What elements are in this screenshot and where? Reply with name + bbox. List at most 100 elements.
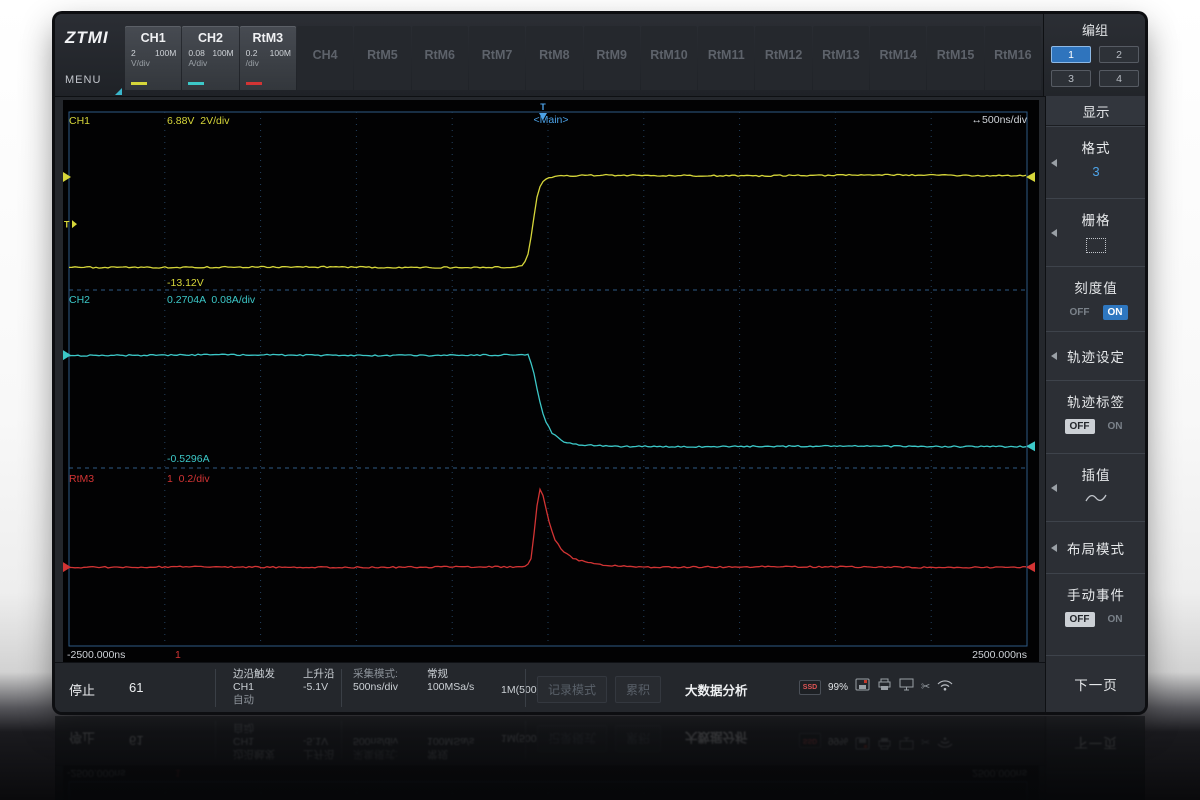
channel-tab-label: RtM16 [985, 48, 1041, 62]
channel-color-bar [131, 82, 147, 85]
sidebar: 显示 格式3栅格刻度值OFFON轨迹设定轨迹标签OFFON插值布局模式手动事件O… [1045, 96, 1145, 712]
toggle-off[interactable]: OFF [1065, 419, 1095, 434]
sidebar-item-label: 布局模式 [1067, 538, 1125, 558]
channel-tab-rtm6[interactable]: RtM6 [412, 26, 468, 90]
channel-reading-label: 6.88V 2V/div [167, 115, 229, 127]
channel-tab-rtm3[interactable]: RtM30.2100M/div [240, 26, 296, 90]
menu-button[interactable]: MENU [65, 74, 101, 86]
channel-tab-rtm15[interactable]: RtM15 [927, 26, 983, 90]
big-data-analysis-button[interactable]: 大数据分析 [685, 680, 748, 699]
channel-tab-rtm5[interactable]: RtM5 [354, 26, 410, 90]
channel-tab-rtm11[interactable]: RtM11 [698, 26, 754, 90]
sidebar-item-layout-mode[interactable]: 布局模式 [1046, 521, 1145, 573]
sidebar-item-label: 轨迹标签 [1046, 391, 1145, 411]
channel-tab-label: CH2 [182, 31, 238, 45]
sidebar-item-interpolation[interactable]: 插值 [1046, 453, 1145, 521]
left-arrow-icon [1051, 229, 1057, 237]
sidebar-item-label: 下一页 [1074, 674, 1118, 694]
toggle-on[interactable]: ON [1103, 612, 1128, 627]
sidebar-item-label: 格式 [1046, 137, 1145, 157]
record-mode-button[interactable]: 记录模式 [537, 676, 607, 703]
channel-tab-rtm7[interactable]: RtM7 [469, 26, 525, 90]
status-icons: SSD 99% ✂ [799, 678, 953, 696]
sidebar-item-label: 栅格 [1046, 209, 1145, 229]
acquisition-timebase: 500ns/div [353, 681, 398, 694]
sidebar-item-scale-value[interactable]: 刻度值OFFON [1046, 266, 1145, 331]
toggle-row: OFF ON [1046, 612, 1145, 627]
acquisition-mode: 常规 [427, 668, 474, 681]
group-button-1[interactable]: 1 [1051, 46, 1091, 63]
channel-tab-scale-row: 2 100M [125, 45, 181, 58]
sidebar-item-label: 手动事件 [1046, 584, 1145, 604]
trigger-level-marker: T [64, 220, 70, 230]
device: ZTMI MENU CH12100MV/divCH20.08100MA/divR… [55, 14, 1145, 712]
channel-tab-rtm10[interactable]: RtM10 [641, 26, 697, 90]
channel-tab-rtm14[interactable]: RtM14 [870, 26, 926, 90]
channel-tab-scale-row: 0.08100M [182, 45, 238, 58]
trigger-mode: 自动 [233, 694, 275, 707]
trigger-source: CH1 [233, 681, 275, 694]
channel-tab-label: RtM8 [526, 48, 582, 62]
channel-tab-rtm8[interactable]: RtM8 [526, 26, 582, 90]
toggle-row: OFF ON [1046, 419, 1145, 434]
channel-color-bar [246, 82, 262, 85]
toggle-off[interactable]: OFF [1065, 612, 1095, 627]
channel-tab-rtm12[interactable]: RtM12 [755, 26, 811, 90]
channel-tab-ch1[interactable]: CH12100MV/div [125, 26, 181, 90]
channel-tab-label: RtM9 [584, 48, 640, 62]
channel-tab-ch2[interactable]: CH20.08100MA/div [182, 26, 238, 90]
timebase-label: ↔500ns/div [972, 114, 1027, 126]
channel-tab-ch4[interactable]: CH4 [297, 26, 353, 90]
time-end-label: 2500.000ns [972, 649, 1027, 661]
channel-tab-label: RtM13 [813, 48, 869, 62]
wifi-icon [937, 678, 953, 696]
accumulate-button[interactable]: 累积 [615, 676, 661, 703]
cut-icon: ✂ [921, 682, 930, 693]
grid-icon [1086, 238, 1106, 253]
group-buttons: 1234 [1044, 46, 1145, 87]
sidebar-item-value: 3 [1046, 164, 1145, 179]
trigger-edge: 上升沿 [303, 668, 335, 681]
left-arrow-icon [1051, 352, 1057, 360]
group-button-4[interactable]: 4 [1099, 70, 1139, 87]
sidebar-title: 显示 [1046, 96, 1145, 126]
channel-name-label: CH2 [69, 294, 90, 306]
sidebar-item-manual-event[interactable]: 手动事件 OFF ON [1046, 573, 1145, 655]
sidebar-item-trace-label[interactable]: 轨迹标签 OFF ON [1046, 380, 1145, 453]
trigger-position-marker: T [540, 102, 546, 112]
sidebar-item-trace-setting[interactable]: 轨迹设定 [1046, 331, 1145, 380]
channel-tab-rtm16[interactable]: RtM16 [985, 26, 1041, 90]
toggle-off[interactable]: OFF [1065, 305, 1095, 320]
level-marker-left [63, 562, 71, 572]
channel-tab-scale-row: 0.2100M [240, 45, 296, 58]
divider [341, 669, 342, 707]
channel-bandwidth: 100M [270, 48, 291, 58]
left-arrow-icon [1051, 484, 1057, 492]
channel-tab-label: RtM6 [412, 48, 468, 62]
channel-tab-rtm9[interactable]: RtM9 [584, 26, 640, 90]
group-button-2[interactable]: 2 [1099, 46, 1139, 63]
sine-icon [1085, 491, 1107, 503]
sidebar-item-next-page[interactable]: 下一页 [1046, 655, 1145, 712]
waveform-area[interactable]: TT <Main> ↔500ns/div -2500.000ns 2500.00… [63, 100, 1039, 662]
toggle-on[interactable]: ON [1103, 305, 1128, 320]
group-panel-title: 编组 [1044, 20, 1145, 39]
acquisition-mode-label: 采集模式: [353, 668, 398, 681]
acquisition-mode-info: 常规 100MSa/s [427, 668, 474, 694]
channel-tab-label: CH4 [297, 48, 353, 62]
bottom-marker-label: 1 [175, 649, 181, 661]
channel-scale-unit: /div [240, 58, 296, 68]
channel-name-label: RtM3 [69, 473, 94, 485]
toggle-on[interactable]: ON [1103, 419, 1128, 434]
trigger-info: 边沿触发 CH1 自动 [233, 668, 275, 707]
sidebar-item-format[interactable]: 格式 3 [1046, 126, 1145, 198]
channel-tab-rtm13[interactable]: RtM13 [813, 26, 869, 90]
group-button-3[interactable]: 3 [1051, 70, 1091, 87]
trigger-edge-info: 上升沿 -5.1V [303, 668, 335, 694]
ssd-icon: SSD [799, 680, 821, 695]
sidebar-item-grid[interactable]: 栅格 [1046, 198, 1145, 266]
channel-scale-value: 2 [131, 48, 136, 58]
channel-tab-label: RtM10 [641, 48, 697, 62]
channel-bandwidth: 100M [155, 48, 176, 58]
waveform-svg: TT [63, 100, 1039, 662]
